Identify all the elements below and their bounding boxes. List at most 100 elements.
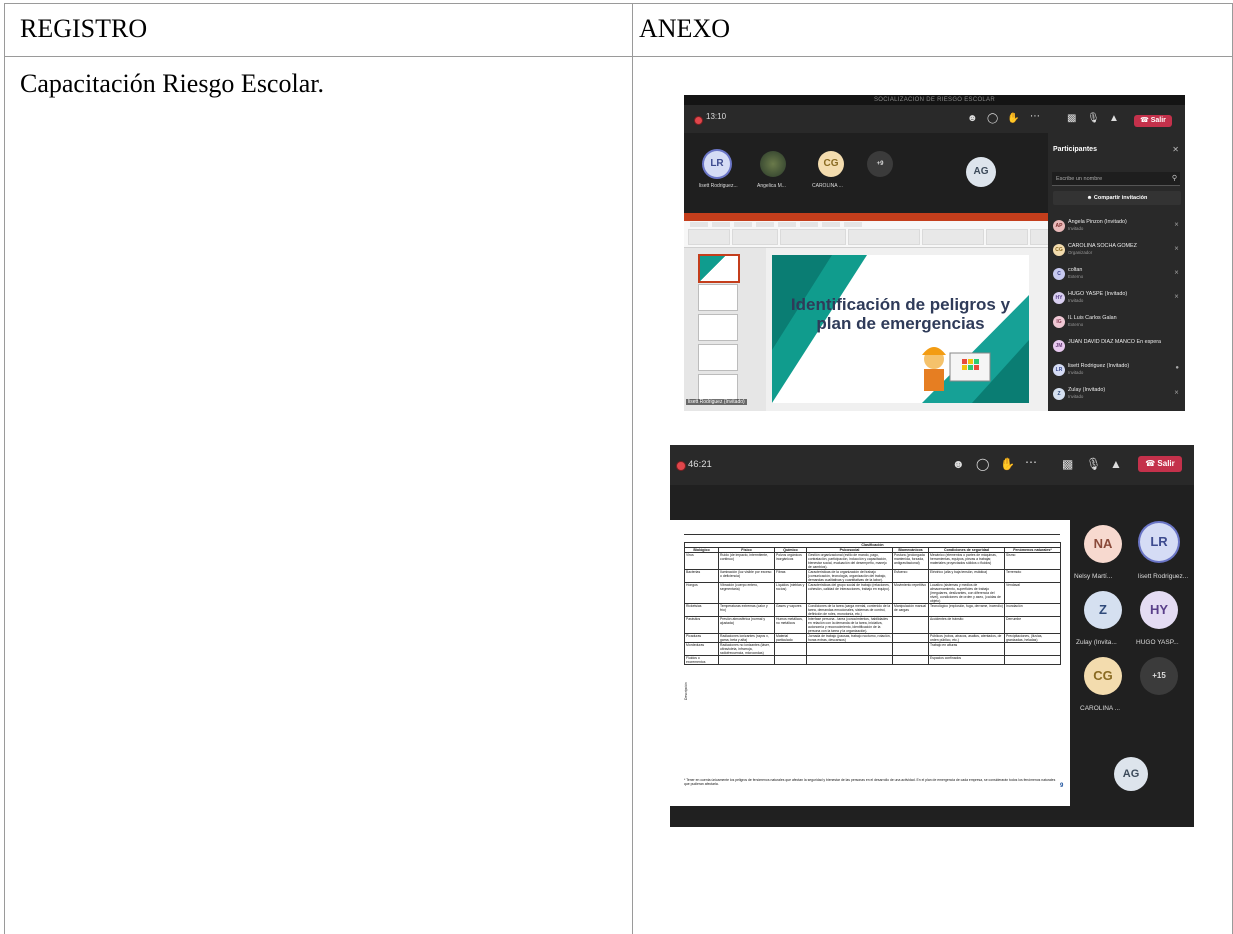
tile-avatar-ag: AG	[966, 157, 996, 187]
table-cell: Mecánico (elementos o partes de máquinas…	[928, 552, 1005, 570]
table-cell: Derrumbe	[1003, 616, 1062, 634]
table-cell: Espacios confinados	[928, 655, 1005, 665]
participant-row[interactable]: HY HUGO YASPE (Invitado) Invitado ⨯	[1053, 289, 1181, 309]
avatar: JM	[1053, 340, 1065, 352]
table-cell: Postura (prolongada mantenida, forzada, …	[892, 552, 929, 570]
table-cell	[892, 633, 929, 643]
hazard-table: Clasificación Biológico Físico Químico P…	[683, 542, 1062, 665]
table-cell: Virus	[684, 552, 719, 570]
participant-row[interactable]: Z Zulay (Invitado) Invitado ⨯	[1053, 385, 1181, 405]
tile-avatar-hy: HY	[1140, 591, 1178, 629]
slide-thumbnails	[684, 248, 766, 411]
presenter-name: lisett Rodriguez (Invitado)	[686, 399, 747, 405]
camera-off-icon[interactable]: ▩	[1067, 113, 1076, 124]
table-cell	[718, 655, 775, 665]
participant-search-input[interactable]: Escribe un nombre ⚲	[1052, 172, 1180, 186]
shared-powerpoint: Identificación de peligros y plan de eme…	[684, 213, 1070, 411]
participant-role: Invitado	[1068, 370, 1084, 375]
participant-name: JUAN DAVID DIAZ MANCO En espera	[1068, 339, 1162, 345]
share-icon[interactable]: ▲	[1110, 457, 1122, 471]
camera-off-icon[interactable]: ▩	[1062, 457, 1073, 471]
avatar: AP	[1053, 220, 1065, 232]
close-icon[interactable]: ✕	[1172, 145, 1179, 154]
tile-more-participants[interactable]: +15	[1140, 657, 1178, 695]
tile-name-hugo: HUGO YASP...	[1136, 639, 1179, 646]
table-cell: Jornada de trabajo (pausas, trabajo noct…	[806, 633, 893, 643]
reactions-icon[interactable]: ✋	[1007, 113, 1019, 124]
table-row: Virus Ruido (de impacto, intermitente, co…	[684, 552, 1062, 570]
share-icon[interactable]: ▲	[1109, 113, 1119, 124]
table-cell: Hongos	[684, 582, 719, 604]
registro-cell-text: Capacitación Riesgo Escolar.	[20, 69, 324, 98]
slide-thumb-1[interactable]	[698, 254, 740, 283]
table-cell: Ruido (de impacto, intermitente, continu…	[718, 552, 775, 570]
chat-icon[interactable]: ◯	[987, 113, 998, 124]
chat-icon[interactable]: ◯	[976, 457, 989, 471]
tile-more-participants[interactable]: +9	[867, 151, 893, 177]
share-invite-button[interactable]: ☻ Compartir invitación	[1053, 191, 1181, 205]
mic-off-icon: ⨯	[1173, 246, 1179, 252]
header-registro: REGISTRO	[20, 14, 148, 43]
participant-role: Externo	[1068, 322, 1084, 327]
slide-thumb-2[interactable]	[698, 284, 738, 311]
table-cell: Movimiento repetitivo	[892, 582, 929, 604]
tile-avatar-cg: CG	[1084, 657, 1122, 695]
tile-name-carolina: CAROLINA ...	[812, 183, 843, 189]
slide-thumb-3[interactable]	[698, 314, 738, 341]
doc-footer	[670, 806, 1070, 827]
more-icon[interactable]: ⋯	[1025, 455, 1037, 469]
tile-name-nelsy: Nelsy Martí...	[1074, 573, 1113, 580]
slide-thumb-4[interactable]	[698, 344, 738, 371]
participant-name: lisett Rodriguez (Invitado)	[1068, 363, 1130, 369]
table-cell	[892, 642, 929, 656]
table-cell: Características de la organización del t…	[806, 569, 893, 583]
table-cell	[806, 642, 893, 656]
participant-row[interactable]: IG IL Luis Carlos Galan Externo	[1053, 313, 1181, 333]
table-cell: Eléctrico (alta y baja tensión, estática…	[928, 569, 1005, 583]
tile-avatar-ag: AG	[1114, 757, 1148, 791]
participant-row[interactable]: C coltan Externo ⨯	[1053, 265, 1181, 285]
participant-role: Externo	[1068, 274, 1084, 279]
mic-off-icon[interactable]: 🎙	[1087, 113, 1100, 124]
participant-row[interactable]: JM JUAN DAVID DIAZ MANCO En espera	[1053, 337, 1181, 357]
avatar: C	[1053, 268, 1065, 280]
participants-icon[interactable]: ☻	[967, 113, 978, 124]
table-cell: Gases y vapores	[774, 603, 807, 617]
more-icon[interactable]: ⋯	[1030, 111, 1040, 122]
reactions-icon[interactable]: ✋	[1000, 457, 1015, 471]
participant-row[interactable]: LR lisett Rodriguez (Invitado) Invitado …	[1053, 361, 1181, 381]
avatar: IG	[1053, 316, 1065, 328]
leave-button[interactable]: ☎ Salir	[1134, 115, 1172, 127]
table-cell: Interfase persona - tarea (conocimientos…	[806, 616, 893, 634]
participant-name: coltan	[1068, 267, 1083, 273]
tile-avatar-photo	[760, 151, 786, 177]
table-cell: Sismo	[1003, 552, 1062, 570]
recording-icon	[676, 461, 686, 471]
slide-thumb-5[interactable]	[698, 374, 738, 401]
participant-name: Angela Pinzon (Invitado)	[1068, 219, 1127, 225]
table-cell: Locativo (sistemas y medios de almacenam…	[928, 582, 1005, 604]
tile-avatar-lr: LR	[1140, 523, 1178, 561]
table-cell: Iluminación (luz visible por exceso o de…	[718, 569, 775, 583]
participant-row[interactable]: CG CAROLINA SOCHA GOMEZ Organizador ⨯	[1053, 241, 1181, 261]
table-cell: Fluidos o excrementos	[684, 655, 719, 665]
table-cell: Gestión organizacional (estilo de mando,…	[806, 552, 893, 570]
participant-name: IL Luis Carlos Galan	[1068, 315, 1117, 321]
table-row: Fluidos o excrementos Espacios confinados	[684, 655, 1062, 665]
participants-panel: Participantes ✕ Escribe un nombre ⚲ ☻ Com…	[1048, 133, 1185, 411]
ppt-ribbon	[684, 221, 1070, 248]
table-cell: Precipitaciones, (lluvias, granizadas, h…	[1003, 633, 1062, 643]
table-cell	[892, 616, 929, 634]
table-cell	[1003, 655, 1062, 665]
participant-name: Zulay (Invitado)	[1068, 387, 1106, 393]
avatar: Z	[1053, 388, 1065, 400]
leave-button[interactable]: ☎ Salir	[1138, 456, 1182, 472]
participant-row[interactable]: AP Angela Pinzon (Invitado) Invitado ⨯	[1053, 217, 1181, 237]
table-header-border	[4, 56, 1233, 57]
mic-off-icon[interactable]: 🎙	[1086, 457, 1101, 471]
participants-icon[interactable]: ☻	[952, 457, 965, 471]
table-cell: Radiaciones ionizantes (rayos x, gama, b…	[718, 633, 775, 643]
table-cell: Mordeduras	[684, 642, 719, 656]
current-slide: Identificación de peligros y plan de eme…	[772, 255, 1029, 403]
tile-name-angelica-full: Angelica M...	[757, 183, 786, 189]
